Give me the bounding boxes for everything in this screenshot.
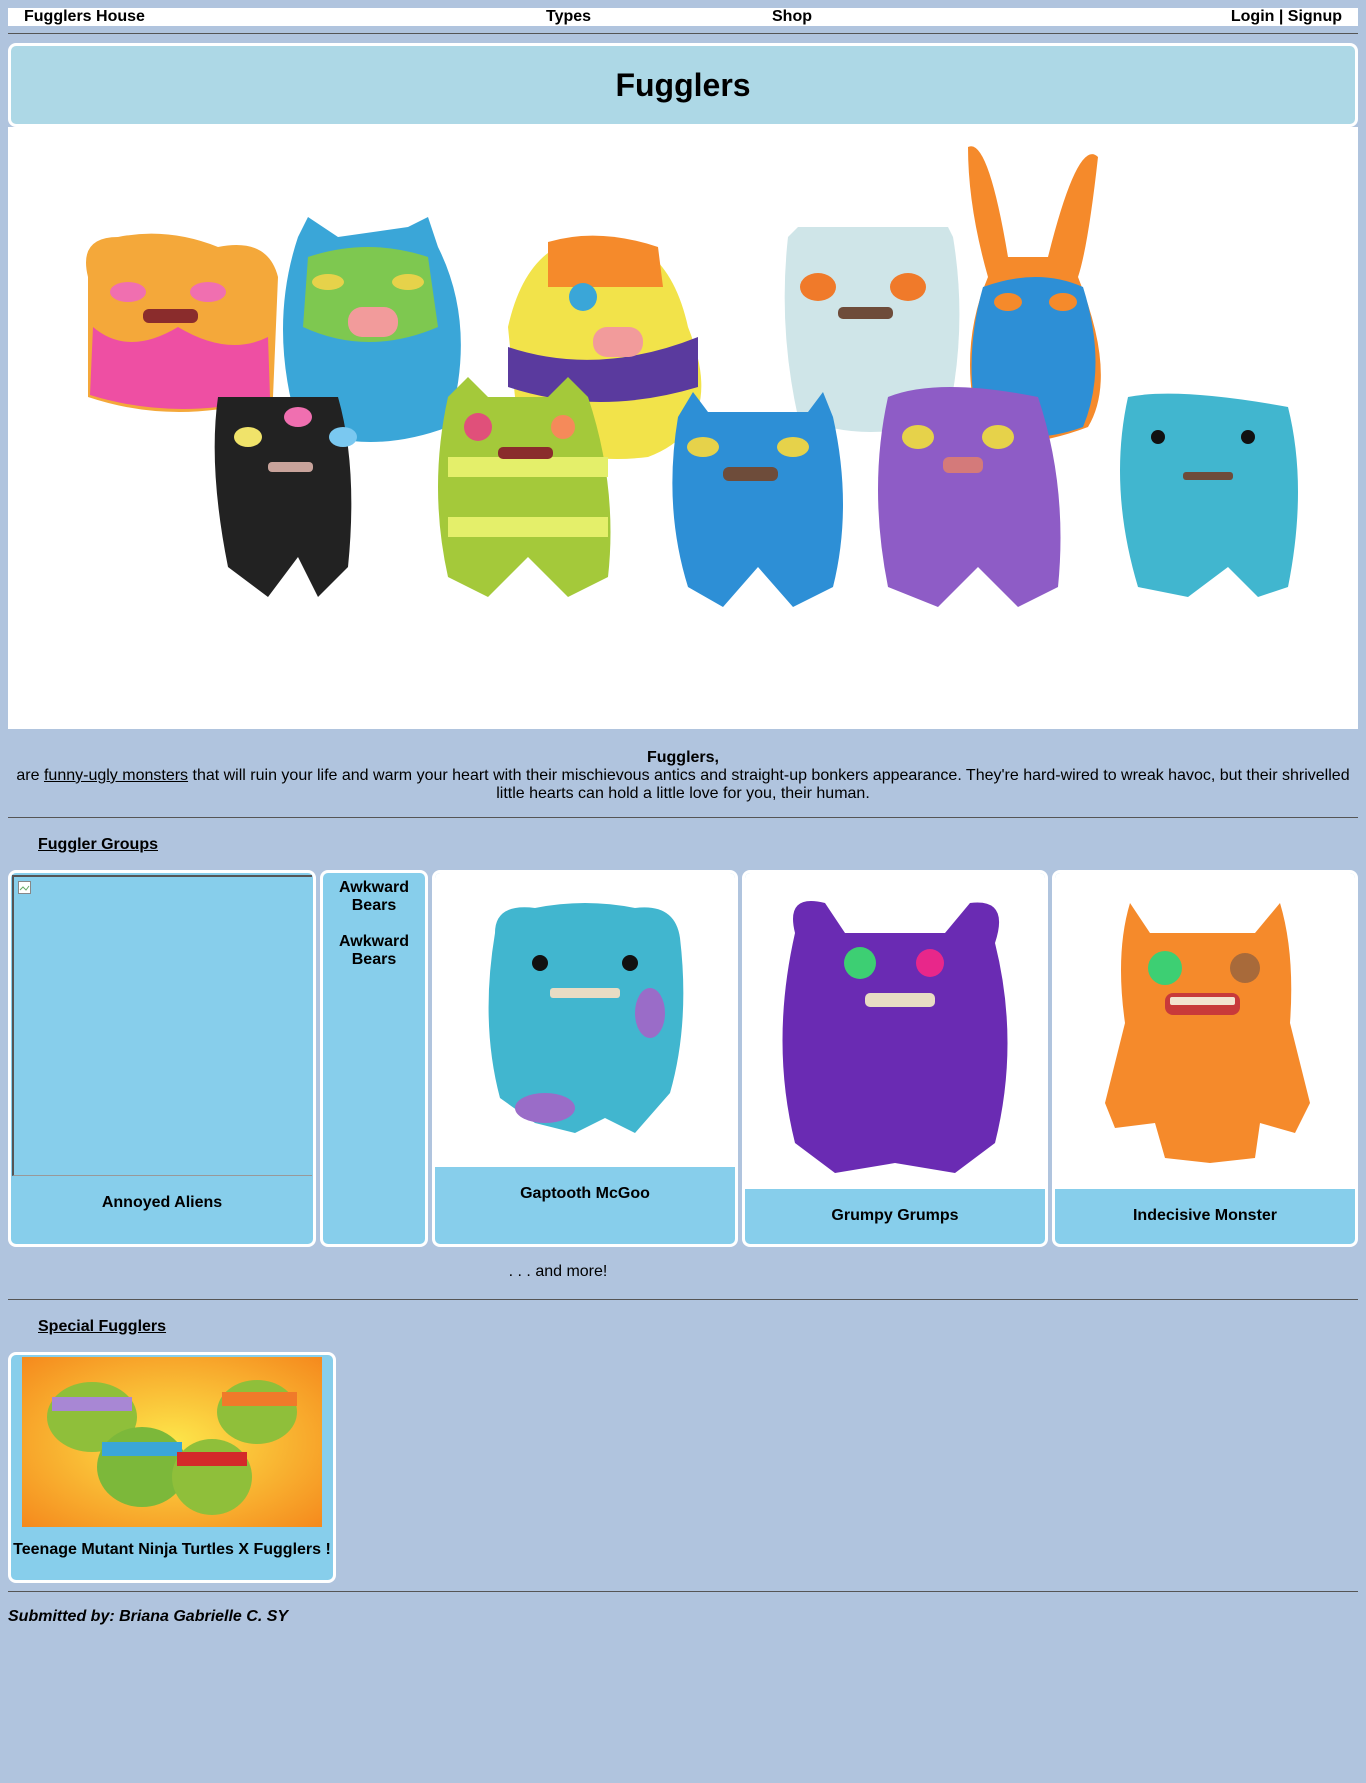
fuggler-groups-link[interactable]: Fuggler Groups	[38, 836, 158, 853]
fugglers-group-illustration	[86, 146, 1298, 607]
divider	[8, 817, 1358, 818]
indecisive-monster-image	[1055, 873, 1355, 1189]
intro-text-after: that will ruin your life and warm your h…	[188, 767, 1350, 802]
special-card-tmnt[interactable]: Teenage Mutant Ninja Turtles X Fugglers …	[8, 1352, 336, 1583]
divider	[8, 1299, 1358, 1300]
page-title: Fugglers	[615, 66, 751, 103]
title-banner: Fugglers	[8, 43, 1358, 127]
nav-types-link[interactable]: Types	[546, 8, 591, 26]
group-caption: Grumpy Grumps	[831, 1207, 959, 1224]
submitted-by: Submitted by: Briana Gabrielle C. SY	[8, 1608, 289, 1625]
tmnt-fugglers-image	[22, 1357, 322, 1527]
group-caption: Awkward Bears	[339, 879, 409, 914]
top-nav: Fugglers House Types Shop Login | Signup	[8, 8, 1358, 26]
intro-text-before: are	[16, 767, 44, 784]
group-caption: Gaptooth McGoo	[520, 1185, 650, 1202]
hero-image	[8, 127, 1358, 729]
grumpy-grumps-image	[745, 873, 1045, 1189]
nav-login-signup-link[interactable]: Login | Signup	[1231, 8, 1342, 26]
and-more-text: . . . and more!	[508, 1263, 608, 1280]
special-caption: Teenage Mutant Ninja Turtles X Fugglers …	[13, 1541, 331, 1558]
fuggler-groups-heading: Fuggler Groups	[38, 836, 1358, 854]
group-caption: Indecisive Monster	[1132, 1207, 1278, 1224]
special-fugglers-heading: Special Fugglers	[38, 1318, 1358, 1336]
groups-row: Annoyed Aliens Awkward Bears Awkward Bea…	[8, 870, 1358, 1247]
broken-image-icon	[18, 881, 31, 894]
group-caption-alt: Awkward Bears	[339, 933, 409, 968]
group-card-annoyed-aliens[interactable]: Annoyed Aliens	[8, 870, 316, 1247]
nav-shop-link[interactable]: Shop	[772, 8, 812, 26]
group-card-indecisive-monster[interactable]: Indecisive Monster	[1052, 870, 1358, 1247]
tmnt-fugglers-photo	[22, 1357, 322, 1527]
group-caption: Annoyed Aliens	[101, 1194, 223, 1211]
intro-text: Fugglers, are funny-ugly monsters that w…	[8, 749, 1358, 803]
group-card-grumpy-grumps[interactable]: Grumpy Grumps	[742, 870, 1048, 1247]
fuggler-photo	[488, 903, 684, 1133]
funny-ugly-monsters-link[interactable]: funny-ugly monsters	[44, 767, 188, 784]
fuggler-photo	[1105, 903, 1310, 1163]
special-fugglers-link[interactable]: Special Fugglers	[38, 1318, 166, 1335]
fuggler-photo	[782, 901, 1008, 1173]
gaptooth-mcgoo-image	[435, 873, 735, 1167]
intro-lead: Fugglers,	[646, 749, 719, 766]
divider	[8, 1591, 1358, 1592]
group-card-gaptooth-mcgoo[interactable]: Gaptooth McGoo	[432, 870, 738, 1247]
group-card-awkward-bears[interactable]: Awkward Bears Awkward Bears	[320, 870, 428, 1247]
nav-brand-link[interactable]: Fugglers House	[24, 8, 145, 26]
divider	[8, 33, 1358, 34]
broken-image-placeholder	[12, 875, 312, 1176]
